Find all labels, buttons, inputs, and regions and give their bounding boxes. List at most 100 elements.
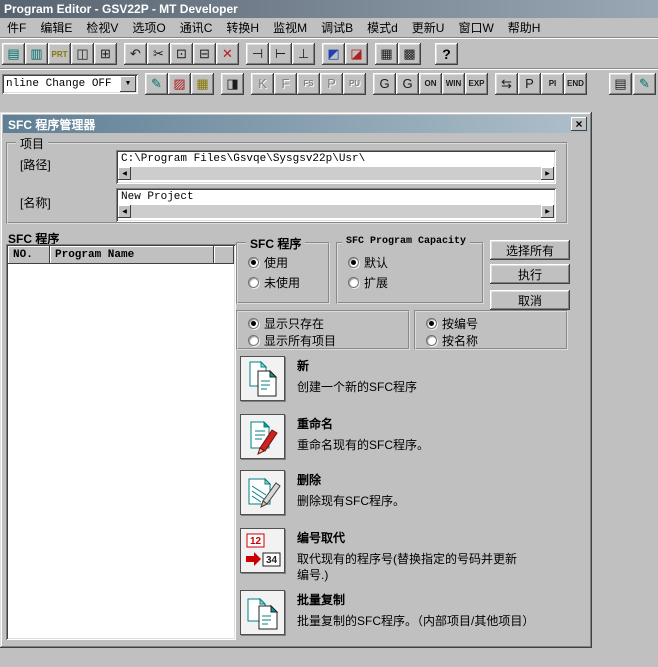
coil-icon[interactable]: ⊥ xyxy=(292,43,315,65)
menu-mode[interactable]: 模式d xyxy=(360,17,405,38)
table-header-program-name[interactable]: Program Name xyxy=(50,246,214,264)
step-pu-button[interactable]: PU xyxy=(343,73,366,95)
menu-update[interactable]: 更新U xyxy=(405,17,452,38)
scroll-track[interactable] xyxy=(131,167,541,180)
comment-edit-icon[interactable]: ✎ xyxy=(633,73,656,95)
list-view-icon[interactable]: ▤ xyxy=(609,73,632,95)
menu-help[interactable]: 帮助H xyxy=(501,17,548,38)
radio-by-number[interactable]: 按编号 xyxy=(426,315,478,332)
step-f-button[interactable]: F xyxy=(274,73,297,95)
combo-dropdown-icon[interactable]: ▼ xyxy=(120,76,136,92)
radio-icon xyxy=(248,257,259,268)
window-titlebar[interactable]: Program Editor - GSV22P - MT Developer xyxy=(0,0,658,18)
table-header-no[interactable]: NO. xyxy=(8,246,50,264)
paste-icon[interactable]: ⊟ xyxy=(193,43,216,65)
radio-extend-label: 扩展 xyxy=(364,274,388,291)
g2-button[interactable]: G xyxy=(396,73,419,95)
on-button[interactable]: ON xyxy=(419,73,442,95)
window-new-icon[interactable]: ⊞ xyxy=(94,43,117,65)
menu-comm[interactable]: 通讯C xyxy=(173,17,220,38)
step-k-button[interactable]: K xyxy=(251,73,274,95)
radio-icon xyxy=(248,335,259,346)
grid-icon[interactable]: ▦ xyxy=(375,43,398,65)
menu-convert[interactable]: 转换H xyxy=(219,17,266,38)
online-change-combo[interactable]: nline Change OFF ▼ xyxy=(2,74,138,94)
radio-extend[interactable]: 扩展 xyxy=(348,274,388,291)
radio-icon xyxy=(248,318,259,329)
step-fs-button[interactable]: FS xyxy=(297,73,320,95)
radio-default[interactable]: 默认 xyxy=(348,254,388,271)
svg-text:34: 34 xyxy=(266,555,278,566)
radio-by-name-label: 按名称 xyxy=(442,332,478,349)
batch-copy-icon[interactable] xyxy=(240,590,285,635)
step-p-button[interactable]: P xyxy=(320,73,343,95)
radio-show-all[interactable]: 显示所有项目 xyxy=(248,332,336,349)
scroll-left-icon[interactable]: ◀ xyxy=(118,167,131,180)
copy-icon[interactable]: ⊡ xyxy=(170,43,193,65)
ladder-mode-icon[interactable]: ▦ xyxy=(191,73,214,95)
scroll-track[interactable] xyxy=(131,205,541,218)
window-tile-icon[interactable]: ◫ xyxy=(71,43,94,65)
scroll-left-icon[interactable]: ◀ xyxy=(118,205,131,218)
delete-program-icon[interactable] xyxy=(240,470,285,515)
radio-unused-label: 未使用 xyxy=(264,274,300,291)
menu-monitor[interactable]: 监视M xyxy=(266,17,314,38)
exp-button[interactable]: EXP xyxy=(465,73,488,95)
menu-window[interactable]: 窗口W xyxy=(451,17,500,38)
print-setup-icon[interactable]: ▥ xyxy=(25,43,48,65)
table-header-stub xyxy=(214,246,234,264)
menu-options[interactable]: 选项O xyxy=(125,17,172,38)
radio-unused[interactable]: 未使用 xyxy=(248,274,300,291)
radio-by-name[interactable]: 按名称 xyxy=(426,332,478,349)
radio-show-existing[interactable]: 显示只存在 xyxy=(248,315,324,332)
pi-button[interactable]: PI xyxy=(541,73,564,95)
scroll-right-icon[interactable]: ▶ xyxy=(541,205,554,218)
end-button[interactable]: END xyxy=(564,73,587,95)
undo-icon[interactable]: ↶ xyxy=(124,43,147,65)
program-edit-icon[interactable]: ✎ xyxy=(145,73,168,95)
path-field[interactable]: C:\Program Files\Gsvqe\Sysgsv22p\Usr\ ◀ … xyxy=(116,150,556,184)
toolbar-standard: ▤ ▥ PRT ◫ ⊞ ↶ ✂ ⊡ ⊟ ✕ ⊣ ⊢ ⊥ ◩ ◪ ▦ ▩ ? xyxy=(0,40,658,68)
close-icon[interactable]: × xyxy=(571,117,587,131)
radio-use[interactable]: 使用 xyxy=(248,254,288,271)
print-preview-icon[interactable]: PRT xyxy=(48,43,71,65)
jump-icon[interactable]: ⇆ xyxy=(495,73,518,95)
dialog-title: SFC 程序管理器 xyxy=(8,116,571,133)
execute-button[interactable]: 执行 xyxy=(490,264,570,284)
batch-monitor-icon[interactable]: ◪ xyxy=(345,43,368,65)
dialog-titlebar[interactable]: SFC 程序管理器 × xyxy=(3,115,589,133)
g-button[interactable]: G xyxy=(373,73,396,95)
help-icon[interactable]: ? xyxy=(435,43,458,65)
path-scrollbar[interactable]: ◀ ▶ xyxy=(118,167,554,180)
select-all-button[interactable]: 选择所有 xyxy=(490,240,570,260)
name-scrollbar[interactable]: ◀ ▶ xyxy=(118,205,554,218)
menu-debug[interactable]: 调试B xyxy=(314,17,360,38)
contact-open-icon[interactable]: ⊣ xyxy=(246,43,269,65)
table-body[interactable] xyxy=(8,264,234,638)
action-desc: 删除现有SFC程序。 xyxy=(297,493,579,509)
menu-view[interactable]: 检视V xyxy=(79,17,125,38)
grid-option-icon[interactable]: ▩ xyxy=(398,43,421,65)
renumber-program-icon[interactable]: 12 34 xyxy=(240,528,285,573)
device-monitor-icon[interactable]: ◩ xyxy=(322,43,345,65)
cancel-button[interactable]: 取消 xyxy=(490,290,570,310)
split-view-icon[interactable]: ◨ xyxy=(221,73,244,95)
action-desc: 批量复制的SFC程序。（内部项目/其他项目） xyxy=(297,613,579,629)
print-icon[interactable]: ▤ xyxy=(2,43,25,65)
name-field[interactable]: New Project ◀ ▶ xyxy=(116,188,556,222)
rename-program-icon[interactable] xyxy=(240,414,285,459)
menu-file[interactable]: 件F xyxy=(0,17,33,38)
new-program-icon[interactable] xyxy=(240,356,285,401)
radio-icon xyxy=(348,277,359,288)
contact-close-icon[interactable]: ⊢ xyxy=(269,43,292,65)
action-desc: 创建一个新的SFC程序 xyxy=(297,379,579,395)
action-title: 新 xyxy=(297,357,579,374)
win-button[interactable]: WIN xyxy=(442,73,465,95)
monitor-mode-icon[interactable]: ▨ xyxy=(168,73,191,95)
program-table[interactable]: NO. Program Name xyxy=(6,244,236,640)
menu-edit[interactable]: 编辑E xyxy=(33,17,79,38)
p-button[interactable]: P xyxy=(518,73,541,95)
delete-icon[interactable]: ✕ xyxy=(216,43,239,65)
scroll-right-icon[interactable]: ▶ xyxy=(541,167,554,180)
cut-icon[interactable]: ✂ xyxy=(147,43,170,65)
